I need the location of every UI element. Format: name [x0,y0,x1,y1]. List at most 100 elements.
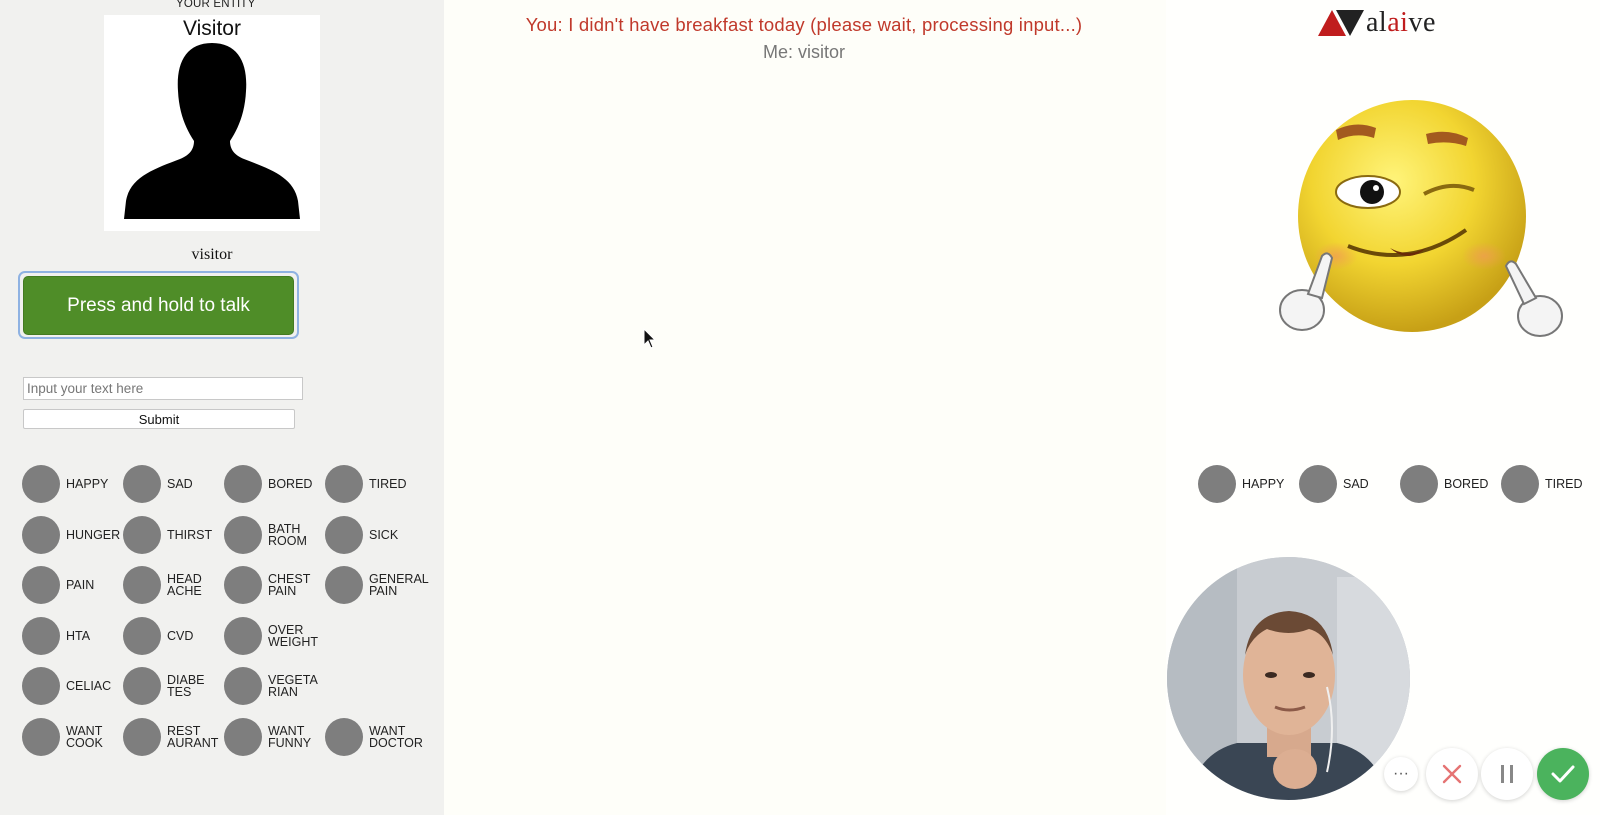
emotion-circle-icon [123,465,161,503]
emotion-button-vegeta-rian[interactable]: VEGETA RIAN [224,667,325,718]
emotion-circle-icon [325,465,363,503]
emotion-label: BORED [1444,477,1489,491]
emotion-circle-icon [224,717,262,756]
person-silhouette-icon [124,43,300,219]
emotion-label: GENERAL PAIN [369,572,429,599]
emotion-button-cvd[interactable]: CVD [123,616,224,668]
emotion-button-head-ache[interactable]: HEAD ACHE [123,566,224,617]
emotion-label: SAD [167,477,193,491]
user-utterance: You: I didn't have breakfast today (plea… [525,14,1083,35]
emotion-label: DIABE TES [167,673,205,700]
emotion-label: CELIAC [66,679,112,694]
emotion-circle-icon [22,566,60,605]
emotion-circle-icon [1501,465,1539,503]
emotion-button-hunger[interactable]: HUNGER [22,515,123,567]
emotion-button-rest-aurant[interactable]: REST AURANT [123,717,224,769]
emotion-circle-icon [325,515,363,554]
emotion-circle-icon [224,616,262,655]
emotion-circle-icon [123,667,161,706]
emotion-label: SICK [369,527,399,542]
emotion-label: HEAD ACHE [167,572,202,599]
pause-button[interactable] [1481,748,1533,800]
emotion-button-general-pain[interactable]: GENERAL PAIN [325,566,429,617]
emotion-button-hta[interactable]: HTA [22,616,123,668]
mouse-cursor-icon [643,328,657,349]
emotion-label: TIRED [369,477,407,491]
emotion-circle-icon [224,667,262,706]
emotion-empty-cell [325,667,426,718]
emotion-label: WANT FUNNY [268,723,312,750]
emotion-label: HAPPY [66,477,109,491]
press-to-talk-button[interactable]: Press and hold to talk [23,276,294,335]
emotion-button-sick[interactable]: SICK [325,515,426,567]
emotion-grid-left: HAPPY SAD BORED TIRED HUNGER THIRST BATH ROOM S… [22,465,429,769]
winking-emoji-avatar [1279,100,1563,337]
emotion-button-pain[interactable]: PAIN [22,566,123,617]
emotion-empty-cell [325,617,426,668]
emotion-label: PAIN [66,578,95,593]
user-webcam-image [1167,557,1410,800]
emotion-circle-icon [123,717,161,756]
emotion-button-bored[interactable]: BORED [1400,465,1501,516]
more-dots-icon: ··· [1393,765,1409,782]
emotion-button-tired[interactable]: TIRED [325,465,426,516]
end-call-button[interactable] [1426,748,1478,800]
emotion-button-happy[interactable]: HAPPY [1198,465,1299,516]
emotion-label: HTA [66,628,91,643]
emotion-button-happy[interactable]: HAPPY [22,465,123,516]
entity-heading: YOUR ENTITY [176,0,256,10]
brand-name: alaive [1366,7,1436,38]
emotion-label: BORED [268,477,313,491]
pause-icon [1501,765,1513,783]
emotion-button-tired[interactable]: TIRED [1501,465,1600,516]
emotion-circle-icon [1299,465,1337,503]
emotion-label: REST AURANT [167,723,219,750]
more-options-button[interactable]: ··· [1384,757,1418,791]
emotion-button-bath-room[interactable]: BATH ROOM [224,515,325,567]
emotion-label: CVD [167,628,194,643]
emotion-circle-icon [22,616,60,655]
emotion-grid-right: HAPPY SAD BORED TIRED [1198,465,1600,516]
close-icon [1442,764,1462,784]
emotion-circle-icon [1400,465,1438,503]
emotion-button-diabe-tes[interactable]: DIABE TES [123,667,224,718]
emotion-button-bored[interactable]: BORED [224,465,325,516]
submit-button[interactable]: Submit [23,409,295,429]
emotion-label: CHEST PAIN [268,572,311,599]
avatar: Visitor [104,15,320,231]
emotion-circle-icon [22,717,60,756]
brand-logo-icon [1318,10,1364,36]
emotion-button-want-funny[interactable]: WANT FUNNY [224,717,325,769]
checkmark-icon [1551,765,1575,783]
emotion-button-thirst[interactable]: THIRST [123,515,224,567]
entity-name: visitor [191,246,233,263]
emotion-circle-icon [22,465,60,503]
emotion-label: OVER WEIGHT [268,622,318,649]
emotion-circle-icon [123,616,161,655]
confirm-button[interactable] [1537,748,1589,800]
emotion-label: SAD [1343,477,1369,491]
emotion-button-over-weight[interactable]: OVER WEIGHT [224,616,325,668]
emotion-button-celiac[interactable]: CELIAC [22,667,123,718]
emotion-label: WANT DOCTOR [369,723,423,750]
emotion-label: HAPPY [1242,477,1285,491]
emotion-label: VEGETA RIAN [268,673,318,700]
emotion-button-sad[interactable]: SAD [123,465,224,516]
emotion-circle-icon [224,515,262,554]
emotion-circle-icon [325,566,363,605]
emotion-label: THIRST [167,527,213,542]
emotion-circle-icon [123,515,161,554]
emotion-button-want-doctor[interactable]: WANT DOCTOR [325,717,426,769]
emotion-circle-icon [123,566,161,605]
emotion-circle-icon [1198,465,1236,503]
emotion-button-chest-pain[interactable]: CHEST PAIN [224,566,325,617]
entity-reply: Me: visitor [762,42,845,62]
left-panel: YOUR ENTITY Visitor visitor Press and ho… [0,0,444,815]
emotion-circle-icon [22,515,60,554]
emotion-button-want-cook[interactable]: WANT COOK [22,717,123,769]
brand-logo: alaive [1318,7,1436,39]
text-input[interactable] [23,377,303,400]
emotion-button-sad[interactable]: SAD [1299,465,1400,516]
emotion-circle-icon [224,465,262,503]
emotion-label: BATH ROOM [268,521,307,548]
